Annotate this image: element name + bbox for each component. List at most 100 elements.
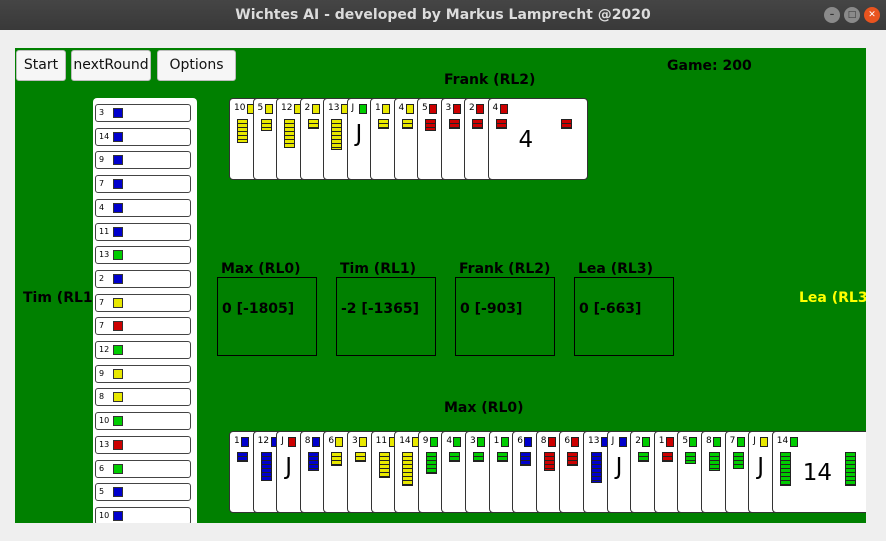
card-rank: 4 <box>99 202 105 212</box>
card-suit-mark <box>113 321 123 332</box>
left-hand-card[interactable]: 10 <box>95 412 191 431</box>
close-icon[interactable]: ✕ <box>864 7 880 23</box>
card-rank: 3 <box>470 436 476 446</box>
card-rank: 14 <box>99 131 110 141</box>
card-suit-tag <box>241 437 249 447</box>
card-suit-tag <box>618 437 627 447</box>
card-suit-mark <box>113 155 123 166</box>
card-rank: 9 <box>422 436 429 446</box>
card-stack <box>543 452 555 472</box>
player-label-left: Tim (RL1) <box>23 290 100 306</box>
card-stack <box>425 452 437 474</box>
card-rank: 8 <box>706 436 712 446</box>
score-name-tim: Tim (RL1) <box>340 261 417 277</box>
card-rank: 14 <box>776 436 789 446</box>
card-stack <box>402 452 414 486</box>
card-rank: 6 <box>99 463 105 473</box>
top-hand-card[interactable]: 44 <box>487 98 588 180</box>
card-stack <box>560 119 572 129</box>
card-stack <box>472 119 483 129</box>
card-suit-tag <box>499 104 508 114</box>
left-hand-fan: 3 14 9 7 4 11 13 2 7 7 12 9 8 10 13 6 5 10 <box>93 98 197 523</box>
left-hand-card[interactable]: 7 <box>95 175 191 194</box>
card-stack <box>473 452 484 462</box>
card-suit-tag <box>571 437 580 447</box>
card-rank: 8 <box>540 436 547 446</box>
start-button[interactable]: Start <box>16 50 66 81</box>
card-stack <box>331 452 343 467</box>
card-suit-tag <box>736 437 745 447</box>
card-rank: 13 <box>99 439 110 449</box>
left-hand-card[interactable]: 6 <box>95 459 191 478</box>
left-hand-card[interactable]: 10 <box>95 506 191 523</box>
card-suit-mark <box>113 416 123 427</box>
card-stack <box>709 452 720 472</box>
left-hand-card[interactable]: 5 <box>95 483 191 502</box>
card-suit-mark <box>113 273 123 284</box>
card-stack <box>448 119 460 129</box>
left-hand-card[interactable]: 9 <box>95 364 191 383</box>
card-rank: 5 <box>99 487 105 497</box>
score-value: -2 [-1365] <box>341 301 419 317</box>
card-rank: 5 <box>257 103 264 113</box>
card-rank: 7 <box>99 321 105 331</box>
card-face-rank: 14 <box>802 460 833 486</box>
score-value: 0 [-663] <box>579 301 642 317</box>
left-hand-card[interactable]: 4 <box>95 198 191 217</box>
player-label-right: Lea (RL3) <box>799 290 866 306</box>
minimize-icon[interactable]: – <box>824 7 840 23</box>
card-stack <box>355 452 366 462</box>
left-hand-card[interactable]: 7 <box>95 293 191 312</box>
card-suit-mark <box>113 179 123 190</box>
left-hand-card[interactable]: 8 <box>95 388 191 407</box>
left-hand-card[interactable]: 11 <box>95 222 191 241</box>
card-stack <box>732 452 744 469</box>
card-rank: 12 <box>281 103 293 113</box>
card-rank: 10 <box>99 416 110 426</box>
left-hand-card[interactable]: 13 <box>95 246 191 265</box>
left-hand-card[interactable]: 13 <box>95 435 191 454</box>
card-stack <box>401 119 413 129</box>
card-suit-tag <box>405 104 414 114</box>
card-suit-tag <box>665 437 674 447</box>
window-title: Wichtes AI - developed by Markus Lamprec… <box>235 7 651 23</box>
card-suit-tag <box>358 104 367 114</box>
card-suit-tag <box>689 437 698 447</box>
card-rank: 3 <box>445 103 452 113</box>
left-hand-card[interactable]: 2 <box>95 269 191 288</box>
card-suit-mark <box>113 108 123 118</box>
card-suit-mark <box>113 368 123 379</box>
maximize-icon[interactable]: □ <box>844 7 860 23</box>
options-button[interactable]: Options <box>157 50 236 81</box>
card-suit-mark <box>113 226 123 237</box>
game-table: Game: 200 Frank (RL2) Tim (RL1) Lea (RL3… <box>15 48 866 523</box>
card-stack <box>567 452 579 467</box>
card-rank: 2 <box>635 436 641 446</box>
card-suit-tag <box>476 104 484 114</box>
card-stack <box>237 119 248 143</box>
left-hand-card[interactable]: 9 <box>95 151 191 170</box>
player-label-bottom: Max (RL0) <box>444 400 524 416</box>
card-rank: 6 <box>564 436 571 446</box>
left-hand-card[interactable]: 7 <box>95 317 191 336</box>
card-suit-tag <box>429 437 438 447</box>
left-hand-card[interactable]: 12 <box>95 341 191 359</box>
bottom-hand-card[interactable]: 14 14 <box>771 431 866 513</box>
card-rank: 8 <box>304 436 311 446</box>
card-rank: 13 <box>588 436 600 446</box>
card-rank: 11 <box>99 226 110 236</box>
card-rank: 6 <box>517 436 523 446</box>
card-suit-mark <box>113 202 123 213</box>
score-box-tim: -2 [-1365] <box>336 277 436 356</box>
left-hand-card[interactable]: 3 <box>95 104 191 122</box>
card-rank: 11 <box>375 436 388 446</box>
card-suit-tag <box>288 437 297 447</box>
left-hand-card[interactable]: 14 <box>95 127 191 146</box>
card-suit-tag <box>524 437 533 447</box>
card-suit-mark <box>113 345 123 355</box>
card-face-rank: J <box>355 121 363 147</box>
next-round-button[interactable]: nextRound <box>71 50 151 81</box>
card-suit-mark <box>113 463 123 474</box>
card-suit-mark <box>113 250 123 261</box>
card-stack <box>331 119 342 151</box>
